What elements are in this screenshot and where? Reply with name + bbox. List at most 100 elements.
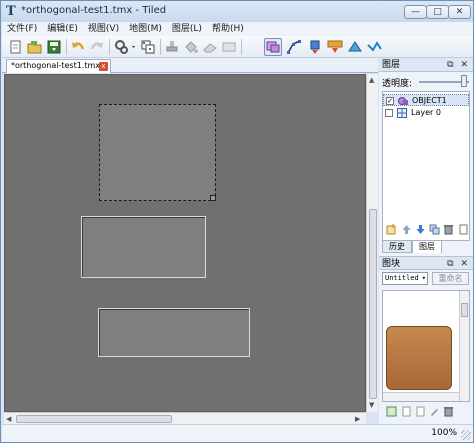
layer-name: OBJECT1: [412, 96, 447, 105]
rename-tileset-button[interactable]: 重命名: [432, 272, 469, 285]
toolbar-separator: [109, 39, 110, 55]
close-tab-icon[interactable]: x: [99, 62, 108, 71]
map-object[interactable]: [98, 308, 250, 357]
tab-layers[interactable]: 图层: [412, 240, 442, 253]
delete-layer-icon[interactable]: [443, 224, 454, 235]
bucket-fill-icon[interactable]: [183, 39, 199, 55]
panel-float-close-icons[interactable]: ⧉ ✕: [447, 58, 470, 72]
layer-visibility-checkbox[interactable]: [385, 109, 393, 117]
title-bar[interactable]: T *orthogonal-test1.tmx - Tiled — □ ✕: [1, 1, 473, 22]
move-layer-down-icon[interactable]: [415, 224, 426, 235]
menu-view[interactable]: 视图(V): [83, 22, 124, 36]
tab-label: *orthogonal-test1.tmx: [11, 61, 100, 70]
scroll-thumb[interactable]: [16, 415, 172, 423]
dock-tab-bar: 历史 图层: [382, 240, 470, 253]
new-tileset-icon[interactable]: [386, 406, 397, 417]
undo-icon[interactable]: [70, 39, 86, 55]
tileset-view[interactable]: [382, 290, 470, 402]
toolbar-separator: [66, 39, 67, 55]
toolbar-separator: [241, 39, 242, 55]
tab-orthogonal-test1[interactable]: *orthogonal-test1.tmx x: [6, 59, 111, 73]
menu-map[interactable]: 地图(M): [124, 22, 167, 36]
document-tab-bar: *orthogonal-test1.tmx x: [2, 58, 378, 73]
map-horizontal-scrollbar[interactable]: ◀ ▶: [4, 412, 366, 424]
import-tileset-icon[interactable]: [401, 406, 412, 417]
opacity-slider-handle[interactable]: [461, 75, 467, 87]
move-layer-up-icon[interactable]: [401, 224, 412, 235]
layer-row-layer0[interactable]: Layer 0: [383, 107, 469, 119]
scroll-thumb[interactable]: [369, 209, 377, 399]
menu-layer[interactable]: 图层(L): [167, 22, 207, 36]
tileset-controls: Untitled ▾ 重命名: [382, 272, 470, 285]
add-layer-icon[interactable]: [386, 224, 397, 235]
toggle-layers-icon[interactable]: [458, 224, 469, 235]
main-toolbar: [2, 36, 473, 58]
scroll-left-icon[interactable]: ◀: [6, 414, 11, 424]
scroll-right-icon[interactable]: ▶: [355, 414, 360, 424]
menu-file[interactable]: 文件(F): [2, 22, 42, 36]
chevron-down-icon: ▾: [421, 274, 426, 282]
redo-icon[interactable]: [89, 39, 105, 55]
tileset-vertical-scrollbar[interactable]: [459, 291, 469, 401]
opacity-label: 透明度:: [382, 79, 413, 89]
tileset-select[interactable]: Untitled ▾: [382, 272, 428, 285]
layer-list: ✓ OBJECT1 Layer 0: [382, 91, 470, 241]
menu-edit[interactable]: 编辑(E): [42, 22, 83, 36]
map-object-selected[interactable]: [99, 104, 216, 201]
scroll-up-icon[interactable]: ▲: [369, 75, 374, 85]
resize-handle[interactable]: [210, 195, 216, 201]
layers-panel-header: 图层 ⧉ ✕: [379, 58, 473, 72]
scroll-thumb[interactable]: [461, 303, 468, 317]
tile-layer-icon: [397, 108, 407, 118]
tiled-window: T *orthogonal-test1.tmx - Tiled — □ ✕ 文件…: [0, 0, 474, 443]
resize-grip-icon[interactable]: [461, 430, 471, 440]
tileset-panel-title: 图块: [382, 259, 401, 269]
window-title: *orthogonal-test1.tmx - Tiled: [21, 5, 167, 16]
right-dock: 图层 ⧉ ✕ 透明度: ✓ OBJECT1 Layer 0 历史 图层 图块 ⧉…: [379, 58, 473, 424]
layer-toolbar: [382, 222, 470, 238]
tileset-properties-icon[interactable]: [429, 406, 440, 417]
menu-help[interactable]: 帮助(H): [207, 22, 249, 36]
insert-polygon-icon[interactable]: [347, 39, 363, 55]
tileset-select-value: Untitled: [385, 274, 419, 282]
layer-row-object1[interactable]: ✓ OBJECT1: [383, 94, 469, 106]
random-icon[interactable]: [140, 39, 156, 55]
panel-float-close-icons[interactable]: ⧉ ✕: [447, 257, 470, 271]
toolbar-separator: [160, 39, 161, 55]
zoom-level: 100%: [431, 428, 457, 438]
save-icon[interactable]: [46, 39, 62, 55]
layer-name: Layer 0: [411, 108, 441, 117]
scroll-down-icon[interactable]: ▼: [369, 400, 374, 410]
tab-history[interactable]: 历史: [382, 240, 412, 253]
tiled-app-icon: T: [6, 4, 16, 19]
tileset-panel-header: 图块 ⧉ ✕: [379, 256, 473, 270]
tileset-toolbar: [382, 404, 470, 420]
command-icon[interactable]: [114, 39, 138, 55]
layer-visibility-checkbox[interactable]: ✓: [386, 97, 394, 105]
layers-panel-title: 图层: [382, 60, 401, 70]
insert-polyline-icon[interactable]: [366, 39, 382, 55]
status-bar: 100%: [2, 424, 473, 442]
map-canvas[interactable]: [4, 74, 366, 412]
delete-tileset-icon[interactable]: [443, 406, 454, 417]
open-file-icon[interactable]: [27, 39, 43, 55]
maximize-button[interactable]: □: [426, 5, 449, 19]
tile-image[interactable]: [386, 326, 452, 390]
insert-rectangle-icon[interactable]: [307, 39, 323, 55]
eraser-icon[interactable]: [202, 39, 218, 55]
close-window-button[interactable]: ✕: [448, 5, 471, 19]
map-vertical-scrollbar[interactable]: ▲ ▼: [366, 74, 378, 412]
menu-bar: 文件(F) 编辑(E) 视图(V) 地图(M) 图层(L) 帮助(H): [2, 22, 473, 36]
insert-tile-icon[interactable]: [327, 39, 343, 55]
map-object[interactable]: [81, 216, 206, 278]
object-layer-icon: [398, 97, 408, 105]
edit-polygons-icon[interactable]: [286, 39, 302, 55]
export-tileset-icon[interactable]: [415, 406, 426, 417]
rectangle-select-icon[interactable]: [221, 39, 237, 55]
stamp-brush-icon[interactable]: [164, 39, 180, 55]
tileset-horizontal-scrollbar[interactable]: [383, 392, 459, 401]
new-file-icon[interactable]: [8, 39, 24, 55]
select-objects-icon[interactable]: [264, 38, 282, 56]
minimize-button[interactable]: —: [404, 5, 427, 19]
duplicate-layer-icon[interactable]: [429, 224, 440, 235]
